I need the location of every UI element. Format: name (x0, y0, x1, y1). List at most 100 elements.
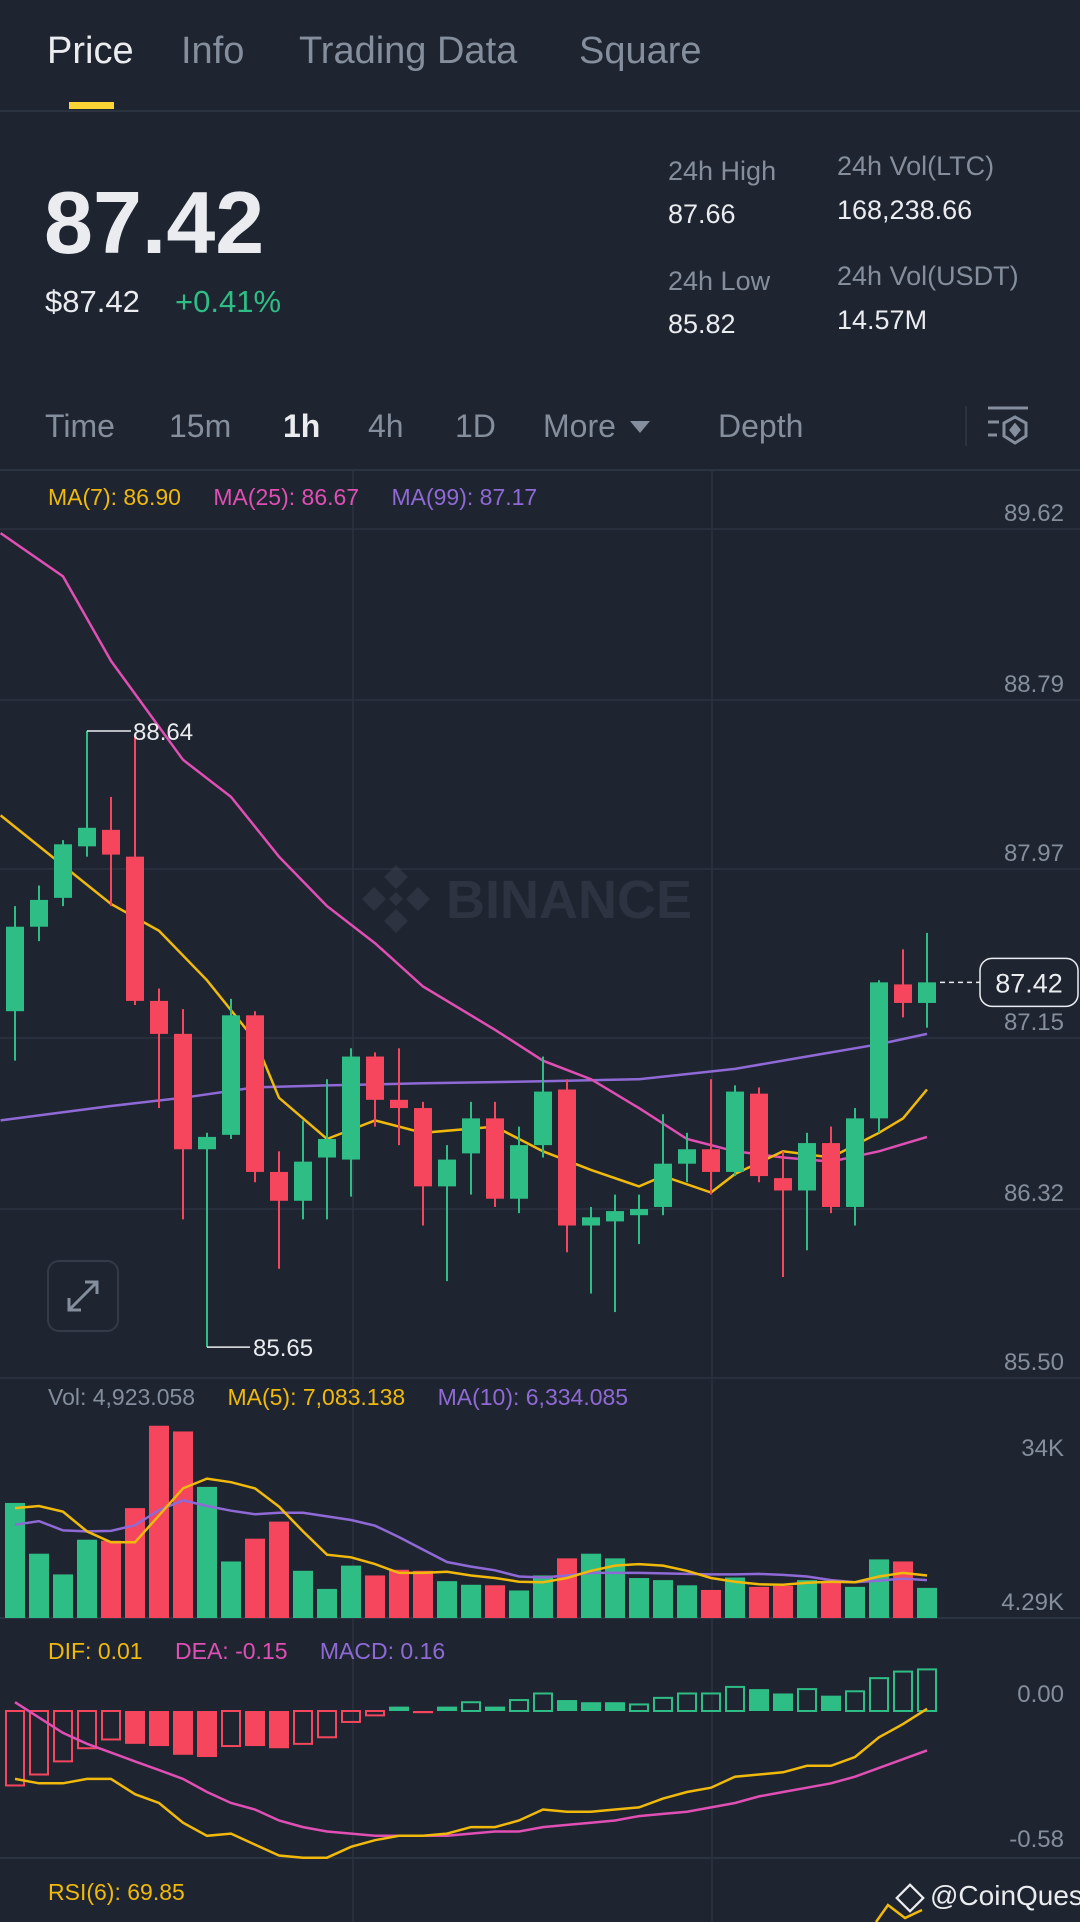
rsi-legend: RSI(6): 69.85 (48, 1879, 185, 1905)
vol-ma10-legend: MA(10): 6,334.085 (437, 1384, 629, 1410)
volume-bar (269, 1521, 289, 1618)
volume-bar (221, 1561, 241, 1618)
macd-histogram-bar (269, 1711, 289, 1749)
candles (6, 730, 936, 1348)
volume-axis-label: 4.29K (1001, 1589, 1064, 1616)
candle-body (678, 1149, 696, 1164)
macd-histogram-bar (845, 1690, 865, 1713)
ma25-legend: MA(25): 86.67 (213, 484, 360, 510)
macd-histogram-bar (293, 1710, 313, 1745)
candle-up (654, 1114, 672, 1216)
volume-bar (29, 1553, 49, 1618)
macd-histogram-bar (173, 1711, 193, 1755)
price-axis-label: 87.97 (1004, 840, 1064, 867)
volume-bar (773, 1585, 793, 1618)
candle-up (30, 885, 48, 942)
macd-value-legend: MACD: 0.16 (319, 1638, 446, 1664)
candle-body (654, 1163, 672, 1207)
candle-body (246, 1015, 264, 1172)
macd-legend: DIF: 0.01 DEA: -0.15 MACD: 0.16 (48, 1638, 445, 1665)
macd-pane: 0.00 -0.58 (5, 1668, 1064, 1859)
macd-histogram-bar (389, 1706, 409, 1711)
candle-body (318, 1138, 336, 1158)
candle-body (606, 1211, 624, 1222)
candle-up (606, 1194, 624, 1313)
macd-histogram-bar (725, 1685, 745, 1713)
vol-legend: Vol: 4,923.058 (48, 1384, 196, 1410)
macd-histogram-bar (485, 1706, 505, 1711)
candle-down (558, 1079, 576, 1253)
candle-body (510, 1145, 528, 1199)
candle-up (294, 1120, 312, 1220)
macd-histogram-bar (101, 1710, 121, 1741)
credit-text: @CoinQuest (930, 1880, 1080, 1911)
price-axis-label: 86.32 (1004, 1180, 1064, 1207)
volume-bar (749, 1586, 769, 1618)
candle-up (78, 730, 96, 857)
price-axis-label: 88.79 (1004, 671, 1064, 698)
macd-histogram-bar (149, 1711, 169, 1747)
macd-histogram-bar (605, 1702, 625, 1711)
macd-histogram-bar (317, 1710, 337, 1739)
candle-body (126, 856, 144, 1001)
candle-up (630, 1194, 648, 1245)
candle-body (270, 1171, 288, 1201)
macd-histogram-bar (701, 1692, 721, 1712)
price-ma-legend: MA(7): 86.90 MA(25): 86.67 MA(99): 87.17 (48, 484, 537, 511)
volume-bar (509, 1590, 529, 1618)
macd-histogram-bar (221, 1710, 241, 1748)
volume-bar (53, 1574, 73, 1618)
candle-body (726, 1091, 744, 1172)
candle-body (30, 899, 48, 927)
kline-chart[interactable]: BINANCE 89.62 88.79 87.97 87.15 86.32 85.50 8… (0, 0, 1080, 1922)
macd-axis-label: -0.58 (1009, 1826, 1064, 1853)
candle-body (294, 1161, 312, 1201)
volume-bar (245, 1538, 265, 1618)
dif-legend: DIF: 0.01 (48, 1638, 143, 1664)
volume-bar (677, 1585, 697, 1618)
macd-axis-label: 0.00 (1017, 1681, 1064, 1708)
volume-bar (797, 1580, 817, 1618)
volume-pane: 34K 4.29K (5, 1425, 1064, 1618)
current-price-label: 87.42 (995, 968, 1063, 998)
volume-bar (173, 1431, 193, 1618)
volume-bar (365, 1575, 385, 1618)
candle-body (774, 1178, 792, 1191)
candle-body (390, 1099, 408, 1109)
macd-histogram-bar (749, 1689, 769, 1711)
candle-body (918, 982, 936, 1003)
candle-up (462, 1101, 480, 1195)
candle-down (270, 1151, 288, 1269)
macd-histogram-bar (893, 1670, 913, 1712)
candle-up (342, 1048, 360, 1197)
macd-histogram-bar (437, 1706, 457, 1711)
candle-up (918, 932, 936, 1028)
candle-up (318, 1079, 336, 1220)
candle-body (894, 984, 912, 1003)
candle-up (798, 1132, 816, 1251)
candle-down (774, 1151, 792, 1278)
binance-logo-icon (362, 865, 430, 933)
candle-up (438, 1145, 456, 1282)
candle-down (246, 1011, 264, 1183)
price-axis-label: 89.62 (1004, 500, 1064, 527)
candle-body (6, 926, 24, 1012)
volume-bar (557, 1558, 577, 1618)
candle-body (222, 1015, 240, 1135)
volume-bar (389, 1569, 409, 1618)
dea-legend: DEA: -0.15 (175, 1638, 288, 1664)
candle-body (630, 1209, 648, 1216)
candle-body (798, 1143, 816, 1191)
candle-down (486, 1101, 504, 1207)
candle-up (870, 980, 888, 1133)
credit-watermark: @CoinQuest (895, 1880, 1080, 1913)
volume-bar (821, 1581, 841, 1618)
fullscreen-button[interactable] (47, 1260, 119, 1332)
candle-up (54, 840, 72, 907)
price-axis-label: 87.15 (1004, 1009, 1064, 1036)
volume-bar (893, 1561, 913, 1618)
candle-down (150, 988, 168, 1109)
volume-axis-label: 34K (1021, 1435, 1064, 1462)
macd-histogram-bar (197, 1711, 217, 1757)
watermark-text: BINANCE (446, 870, 692, 930)
